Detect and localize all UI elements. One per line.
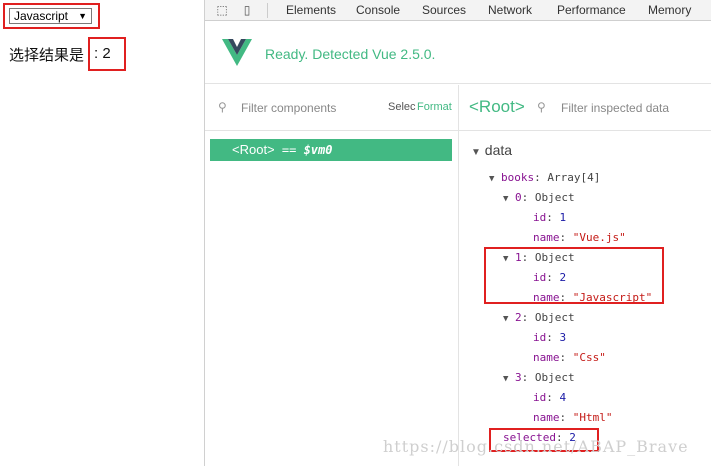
result-value: : 2 — [88, 37, 126, 71]
tab-network[interactable]: Network — [488, 3, 532, 17]
books-type: Array[4] — [547, 171, 601, 184]
dropdown-arrow-icon: ▼ — [78, 11, 87, 21]
highlight-object-1 — [484, 247, 664, 304]
filter-components-input[interactable]: Filter components — [241, 101, 336, 115]
inspector-toolbar: <Root> ⚲ Filter inspected data — [459, 85, 711, 131]
collapse-triangle-icon: ▼ — [489, 174, 495, 184]
search-icon: ⚲ — [537, 100, 546, 114]
data-section-label: data — [484, 142, 513, 158]
vue-devtools-header: Ready. Detected Vue 2.5.0. — [205, 22, 711, 84]
components-toolbar: ⚲ Filter components Selec Format — [205, 85, 458, 131]
root-tag: <Root> — [232, 142, 275, 157]
tree-object-0[interactable]: ▼ 0: Object — [503, 191, 575, 204]
object-index: 3 — [515, 371, 522, 384]
books-key: books — [501, 171, 535, 184]
inspected-component-title: <Root> — [469, 97, 525, 116]
tree-object-3[interactable]: ▼ 3: Object — [503, 371, 575, 384]
tree-prop-name: name: "Css" — [533, 351, 606, 364]
app-panel: Javascript ▼ 选择结果是 : 2 — [0, 0, 204, 466]
id-value: 1 — [559, 211, 567, 224]
tree-prop-id: id: 4 — [533, 391, 567, 404]
tab-performance[interactable]: Performance — [557, 3, 626, 17]
collapse-triangle-icon: ▼ — [503, 374, 509, 384]
component-row-root[interactable]: <Root> == $vm0 — [210, 139, 452, 161]
watermark: https://blog.csdn.net/ABAP_Brave — [383, 437, 689, 456]
book-select[interactable]: Javascript ▼ — [9, 8, 92, 24]
devtools-tab-bar: ⬚ ▯ Elements Console Sources Network Per… — [205, 0, 711, 21]
search-icon: ⚲ — [218, 100, 227, 114]
name-value: "Css" — [572, 351, 606, 364]
format-button[interactable]: Format — [417, 101, 457, 113]
collapse-triangle-icon: ▼ — [503, 194, 509, 204]
select-value: Javascript — [14, 9, 69, 23]
result-label: 选择结果是 — [9, 47, 85, 64]
id-value: 4 — [559, 391, 567, 404]
tree-prop-name: name: "Html" — [533, 411, 613, 424]
device-toggle-icon[interactable]: ▯ — [240, 3, 254, 17]
inspect-element-icon[interactable]: ⬚ — [215, 3, 229, 17]
object-type: Object — [534, 311, 575, 324]
filter-inspected-input[interactable]: Filter inspected data — [561, 101, 669, 115]
id-value: 3 — [559, 331, 567, 344]
tab-sources[interactable]: Sources — [422, 3, 466, 17]
vue-logo-icon — [222, 39, 252, 66]
books-node[interactable]: ▼ books: Array[4] — [489, 171, 600, 184]
select-button[interactable]: Selec — [388, 101, 416, 113]
tab-console[interactable]: Console — [356, 3, 400, 17]
object-type: Object — [534, 371, 575, 384]
name-value: "Html" — [572, 411, 613, 424]
root-vm: $vm0 — [303, 143, 333, 157]
root-eq: == — [281, 143, 297, 157]
tree-object-2[interactable]: ▼ 2: Object — [503, 311, 575, 324]
tree-prop-name: name: "Vue.js" — [533, 231, 626, 244]
select-highlight: Javascript ▼ — [3, 3, 100, 29]
tab-memory[interactable]: Memory — [648, 3, 691, 17]
object-index: 2 — [515, 311, 522, 324]
devtools: ⬚ ▯ Elements Console Sources Network Per… — [205, 0, 711, 466]
tree-prop-id: id: 1 — [533, 211, 567, 224]
tab-elements[interactable]: Elements — [286, 3, 336, 17]
name-value: "Vue.js" — [572, 231, 626, 244]
tree-prop-id: id: 3 — [533, 331, 567, 344]
ready-status: Ready. Detected Vue 2.5.0. — [265, 46, 436, 62]
data-section-header[interactable]: ▼ data — [471, 142, 512, 158]
toolbar-separator — [267, 3, 268, 18]
collapse-triangle-icon: ▼ — [503, 314, 509, 324]
object-type: Object — [534, 191, 575, 204]
collapse-triangle-icon: ▼ — [471, 147, 481, 158]
object-index: 0 — [515, 191, 522, 204]
